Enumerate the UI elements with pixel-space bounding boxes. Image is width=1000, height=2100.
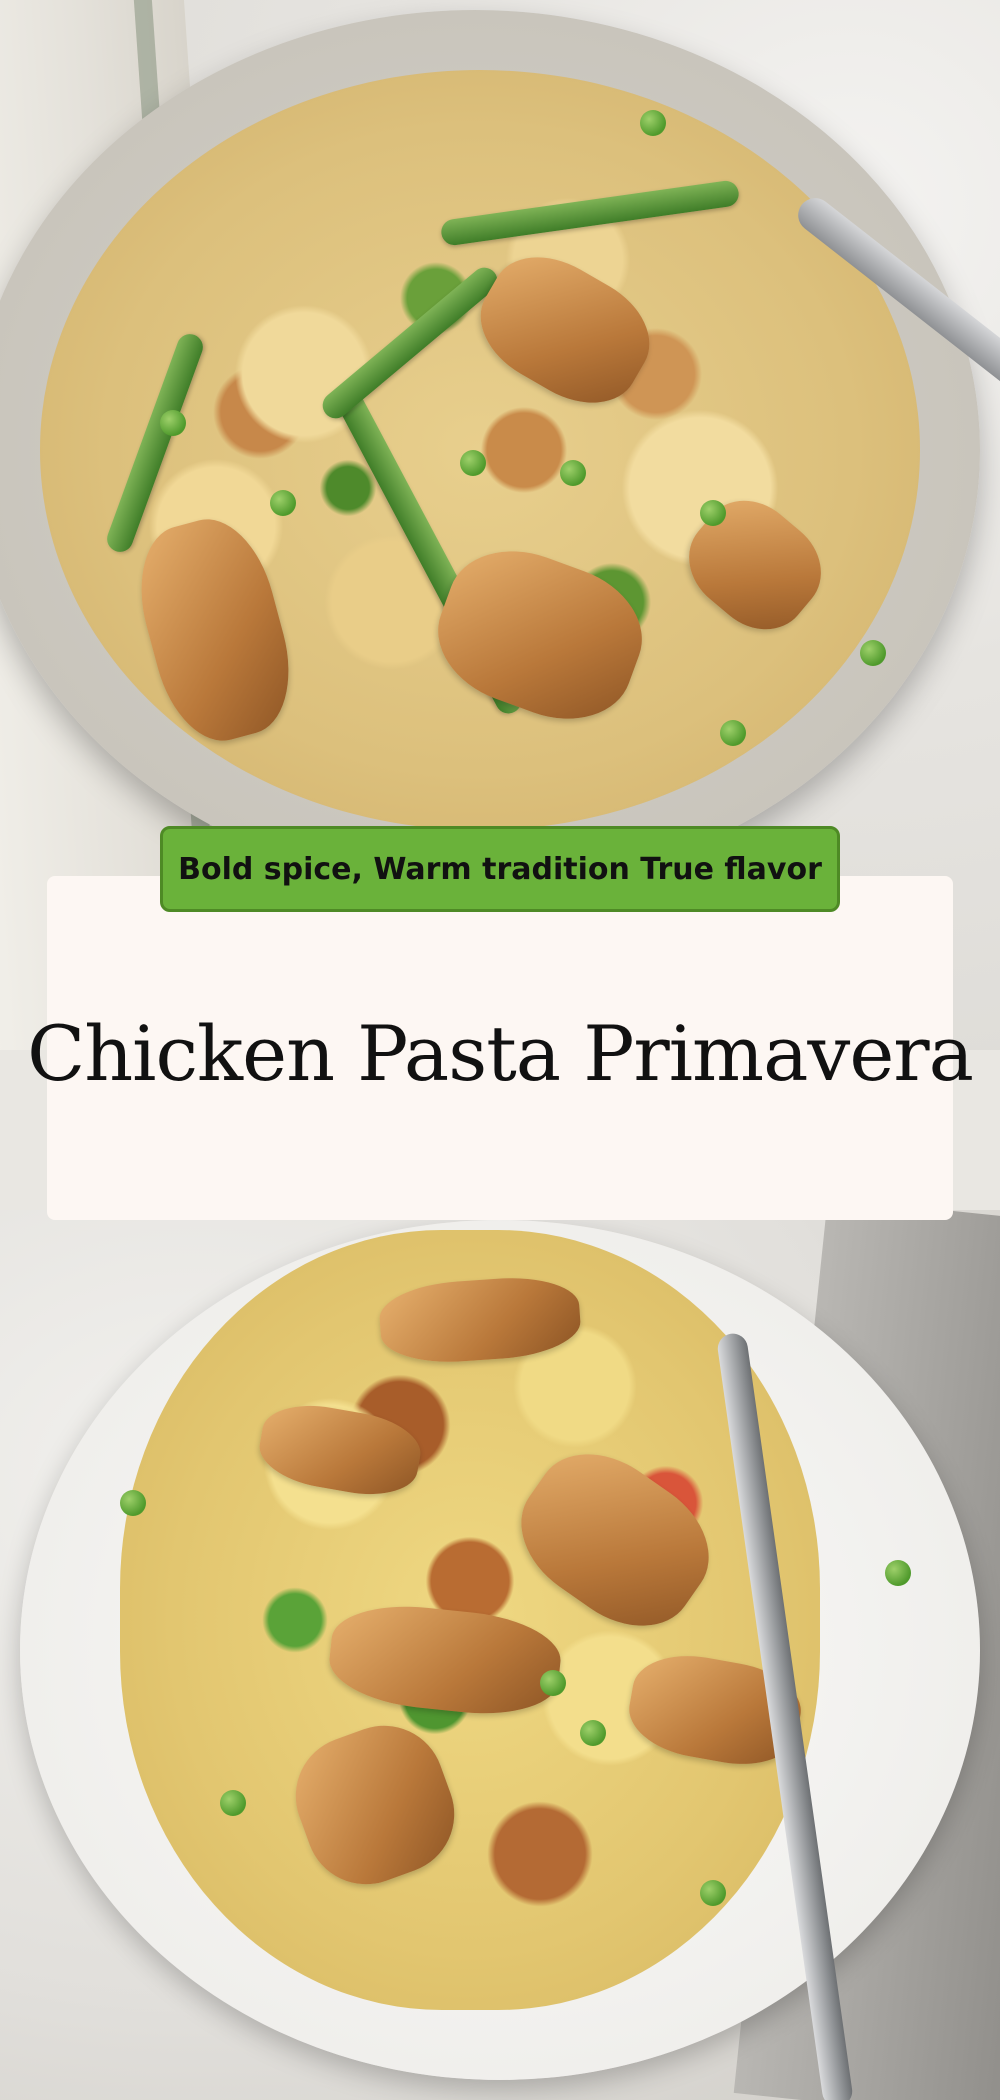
- tagline-text: Bold spice, Warm tradition True flavor: [178, 851, 822, 887]
- recipe-title: Chicken Pasta Primavera: [27, 1008, 974, 1098]
- pea: [560, 460, 586, 486]
- pea: [580, 1720, 606, 1746]
- pea: [460, 450, 486, 476]
- title-card: Chicken Pasta Primavera: [27, 876, 974, 1220]
- pea: [720, 720, 746, 746]
- pea: [885, 1560, 911, 1586]
- tagline-badge: Bold spice, Warm tradition True flavor: [160, 826, 840, 912]
- pea: [700, 500, 726, 526]
- pea: [860, 640, 886, 666]
- pea: [160, 410, 186, 436]
- bow-tie-pasta: [40, 70, 920, 830]
- recipe-pin: Chicken Pasta Primavera Bold spice, Warm…: [0, 0, 1000, 2100]
- pea: [540, 1670, 566, 1696]
- pea: [640, 110, 666, 136]
- bottom-food-photo: [0, 1210, 1000, 2100]
- pea: [120, 1490, 146, 1516]
- pea: [270, 490, 296, 516]
- pea: [220, 1790, 246, 1816]
- pea: [700, 1880, 726, 1906]
